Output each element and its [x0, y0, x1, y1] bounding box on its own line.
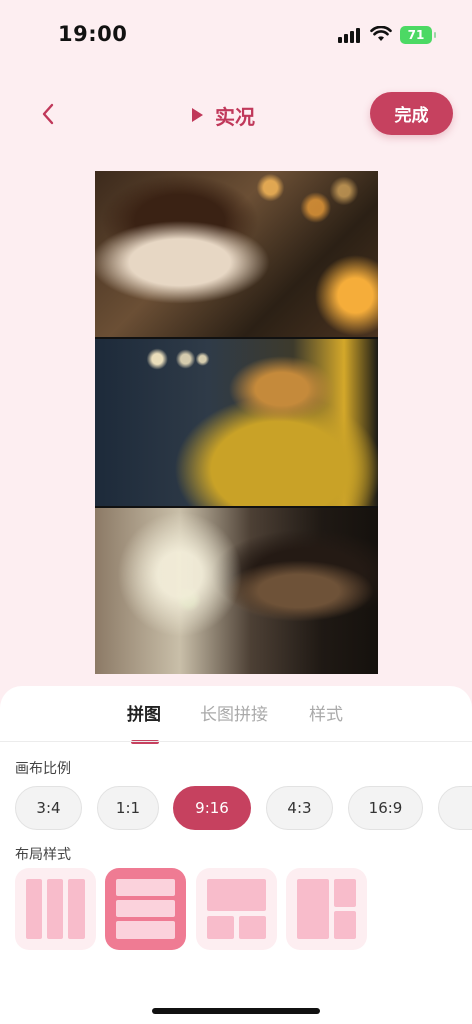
back-chevron-icon [42, 103, 54, 125]
home-indicator[interactable] [152, 1008, 320, 1014]
tab-style[interactable]: 样式 [309, 700, 343, 725]
tab-long-stitch[interactable]: 长图拼接 [200, 700, 268, 725]
editor-panel: 拼图 长图拼接 样式 画布比例 3:4 1:1 9:16 4:3 16:9 布局… [0, 686, 472, 1024]
signal-icon [338, 27, 362, 43]
ratio-option-1-1[interactable]: 1:1 [97, 786, 159, 830]
layout-three-columns[interactable] [15, 868, 96, 950]
done-button[interactable]: 完成 [370, 92, 453, 135]
ratio-option-3-4[interactable]: 3:4 [15, 786, 82, 830]
live-label: 实况 [215, 104, 255, 129]
tab-bar: 拼图 长图拼接 样式 [0, 700, 472, 744]
status-bar: 19:00 71 [0, 0, 472, 70]
collage-photo-2[interactable] [95, 339, 378, 506]
status-time: 19:00 [58, 22, 128, 46]
divider [0, 741, 472, 742]
collage-photo-1[interactable] [95, 171, 378, 338]
ratio-option-16-9[interactable]: 16:9 [348, 786, 423, 830]
layout-options [15, 868, 472, 950]
layout-top-large[interactable] [196, 868, 277, 950]
layout-left-large[interactable] [286, 868, 367, 950]
ratio-section-label: 画布比例 [15, 761, 71, 777]
layout-three-rows[interactable] [105, 868, 186, 950]
tab-collage[interactable]: 拼图 [127, 700, 161, 725]
play-icon [192, 108, 203, 122]
wifi-icon [370, 26, 392, 41]
battery-icon: 71 [400, 26, 436, 44]
ratio-option-more[interactable] [438, 786, 472, 830]
ratio-option-4-3[interactable]: 4:3 [266, 786, 333, 830]
ratio-option-9-16[interactable]: 9:16 [173, 786, 251, 830]
collage-canvas [95, 171, 378, 674]
layout-section-label: 布局样式 [15, 847, 71, 863]
collage-photo-3[interactable] [95, 507, 378, 674]
ratio-options: 3:4 1:1 9:16 4:3 16:9 [15, 786, 472, 830]
back-button[interactable] [30, 96, 66, 132]
live-photo-toggle[interactable]: 实况 [192, 98, 255, 132]
